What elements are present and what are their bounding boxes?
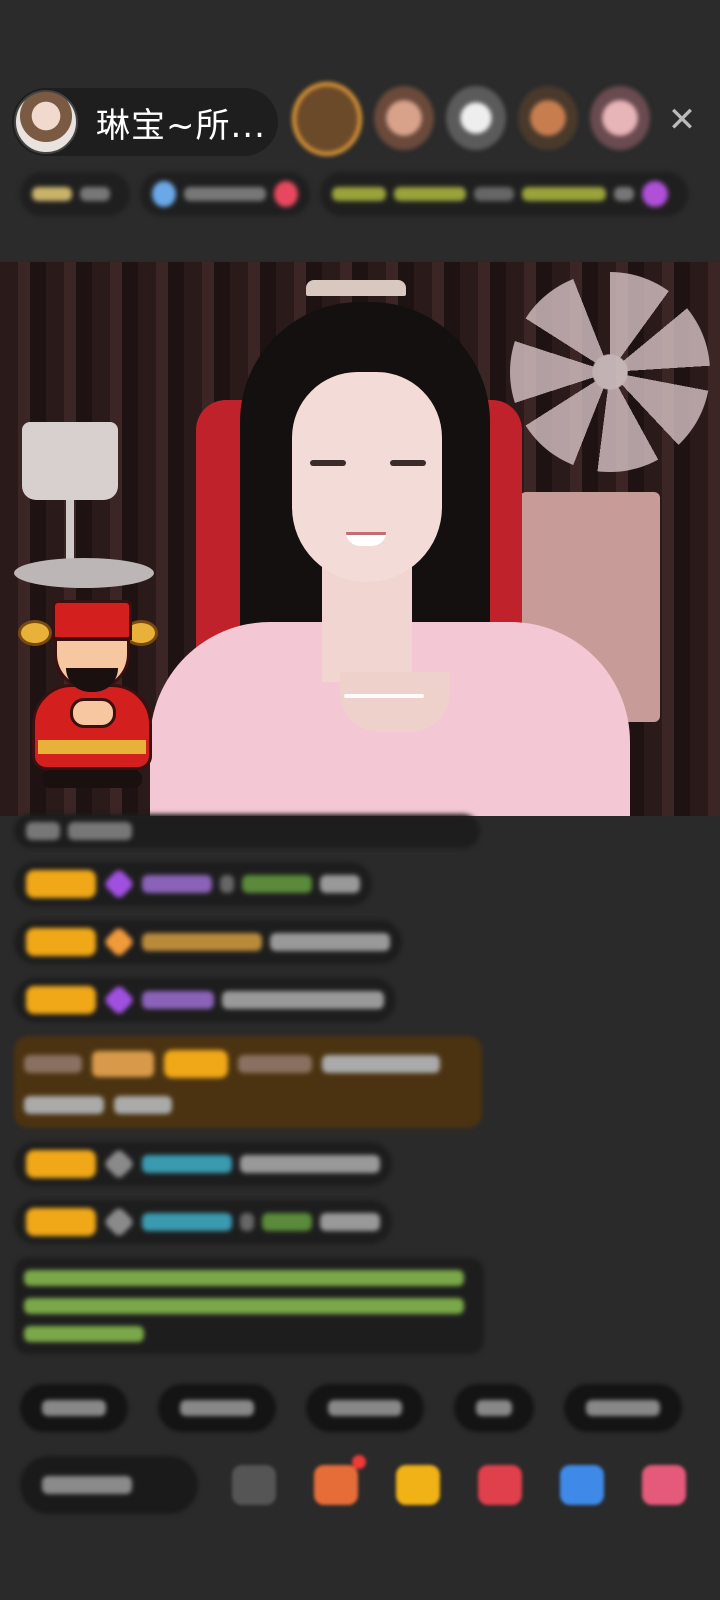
fortune-god-hands	[70, 698, 116, 728]
chat-message[interactable]	[14, 862, 372, 906]
lamp	[22, 422, 118, 500]
sweater-neckline	[340, 672, 450, 732]
level-badge	[26, 870, 96, 898]
quick-reply-chip[interactable]	[454, 1384, 534, 1432]
lamp-stand	[66, 500, 74, 560]
live-room-screen: { "header": { "host_name": "琳宝~所...", "c…	[0, 0, 720, 1600]
notification-dot	[352, 1455, 366, 1469]
game-icon[interactable]	[560, 1465, 604, 1505]
level-badge	[164, 1050, 228, 1078]
quick-reply-chip[interactable]	[20, 1384, 128, 1432]
chat-message[interactable]	[14, 978, 396, 1022]
room-info-row	[20, 172, 688, 216]
fans-chip[interactable]	[140, 172, 310, 216]
emoji-icon[interactable]	[232, 1465, 276, 1505]
chat-message[interactable]	[14, 814, 480, 848]
host-name[interactable]: 琳宝~所...	[96, 98, 266, 147]
system-notice-message[interactable]	[14, 1258, 484, 1354]
close-icon[interactable]: ✕	[666, 103, 698, 137]
star-decoration	[510, 272, 710, 472]
rank-chip[interactable]	[20, 172, 130, 216]
chat-message[interactable]	[14, 1142, 392, 1186]
gray-avatar-icon	[103, 1206, 135, 1238]
level-badge	[26, 928, 96, 956]
right-eye	[390, 460, 426, 466]
fortune-god-belt	[38, 740, 146, 754]
purple-gem-icon	[103, 868, 135, 900]
quick-reply-chip[interactable]	[564, 1384, 682, 1432]
chat-message[interactable]	[14, 920, 402, 964]
treasure-box-icon[interactable]	[396, 1465, 440, 1505]
left-eye	[310, 460, 346, 466]
quick-reply-chip[interactable]	[306, 1384, 424, 1432]
streamer-face	[292, 372, 442, 582]
bottom-toolbar	[20, 1455, 720, 1514]
chat-feed[interactable]	[14, 814, 494, 1368]
hair-tiara	[306, 280, 406, 296]
viewer-avatar[interactable]	[446, 86, 506, 150]
viewer-avatar[interactable]	[518, 86, 578, 150]
quick-reply-row	[20, 1384, 682, 1432]
more-grid-icon[interactable]	[642, 1465, 686, 1505]
gray-avatar-icon	[103, 1148, 135, 1180]
chat-input[interactable]	[20, 1456, 198, 1514]
activity-chip[interactable]	[320, 172, 688, 216]
viewer-avatar[interactable]	[590, 86, 650, 150]
host-avatar[interactable]	[14, 90, 78, 154]
level-badge	[26, 1208, 96, 1236]
top-bar: 琳宝~所... ✕	[0, 0, 720, 260]
viewer-avatar[interactable]	[374, 86, 434, 150]
highlighted-chat-message[interactable]	[14, 1036, 482, 1128]
host-info-pill[interactable]: 琳宝~所...	[12, 88, 278, 156]
level-badge	[26, 1150, 96, 1178]
fortune-god-feet	[42, 770, 142, 788]
fortune-god-sticker[interactable]	[14, 600, 162, 800]
fortune-god-hat	[52, 600, 132, 640]
necklace	[344, 694, 424, 698]
lamp-base	[14, 558, 154, 588]
gift-icon[interactable]	[314, 1455, 366, 1505]
top-viewer-avatar[interactable]	[292, 82, 362, 156]
level-badge	[26, 986, 96, 1014]
orange-gem-icon	[103, 926, 135, 958]
purple-gem-icon	[103, 984, 135, 1016]
hat-wing	[18, 620, 52, 646]
quick-reply-chip[interactable]	[158, 1384, 276, 1432]
audience-avatars	[292, 82, 650, 156]
chat-message[interactable]	[14, 1200, 392, 1244]
red-envelope-icon[interactable]	[478, 1465, 522, 1505]
